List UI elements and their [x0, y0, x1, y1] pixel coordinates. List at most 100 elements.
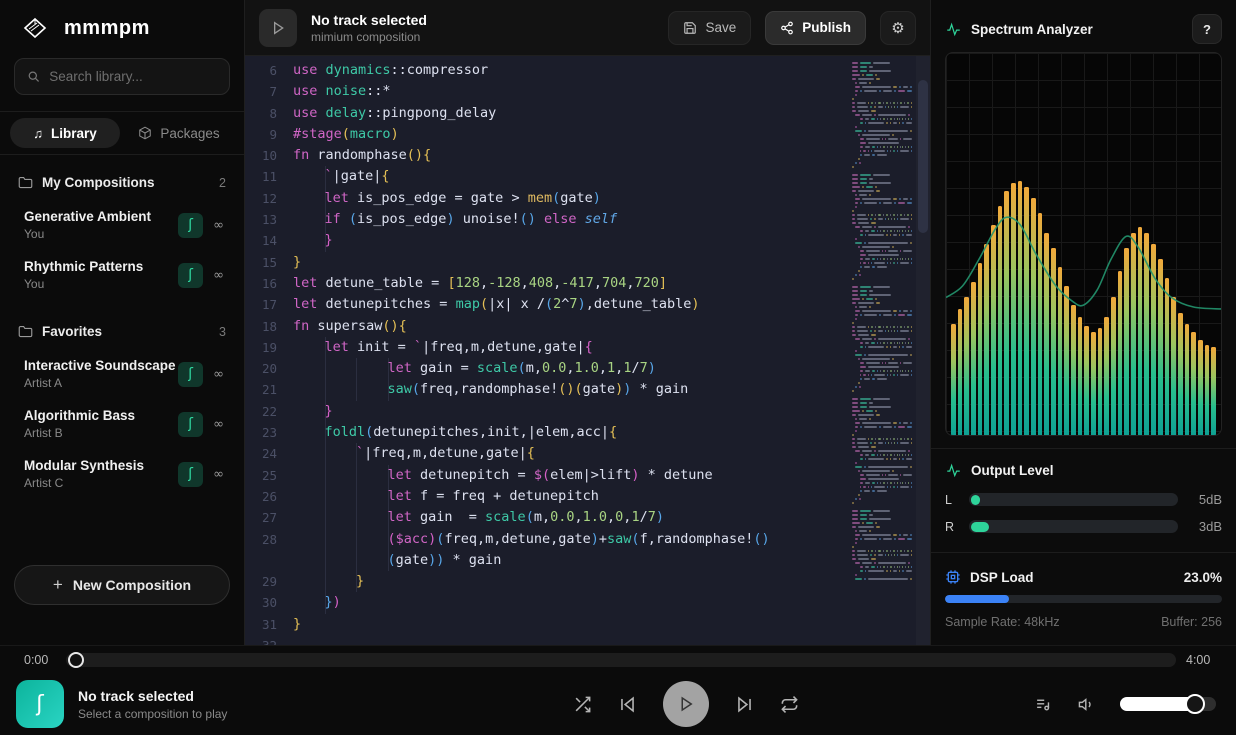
previous-button[interactable] [618, 695, 637, 714]
now-playing-subtitle: Select a composition to play [78, 707, 338, 721]
play-icon [270, 20, 286, 36]
infinity-icon: ∞ [213, 417, 224, 432]
meter-fill-right [971, 522, 989, 532]
editor-pane: No track selected mimium composition Sav… [245, 0, 930, 645]
spectrum-curve [946, 53, 1221, 435]
queue-button[interactable] [1034, 696, 1053, 713]
item-title: Algorithmic Bass [24, 408, 178, 423]
line-number: 13 [245, 209, 293, 230]
infinity-icon: ∞ [213, 218, 224, 233]
volume-slider[interactable] [1120, 697, 1216, 711]
code-line: 31} [245, 614, 930, 635]
infinity-icon: ∞ [213, 367, 224, 382]
dsp-progress-fill [945, 595, 1009, 603]
publish-label: Publish [802, 20, 851, 35]
meter-value-right: 3dB [1188, 519, 1222, 534]
line-number: 9 [245, 124, 293, 145]
next-button[interactable] [735, 695, 754, 714]
code-line: 6use dynamics::compressor [245, 60, 930, 81]
line-number: 15 [245, 252, 293, 273]
line-number: 17 [245, 294, 293, 315]
code-line: 21saw(freq,randomphase!()(gate)) * gain [245, 379, 930, 400]
seek-slider[interactable] [66, 653, 1176, 667]
gear-icon: ⚙ [891, 19, 904, 37]
search-input[interactable] [49, 69, 217, 84]
app-window: mmmpm ♫ Library Packages [0, 0, 1236, 735]
settings-button[interactable]: ⚙ [880, 11, 916, 45]
line-number: 23 [245, 422, 293, 443]
code-line: 24`|freq,m,detune,gate|{ [245, 443, 930, 464]
total-time: 4:00 [1186, 653, 1218, 667]
code-line: 27let gain = scale(m,0.0,1.0,0,1/7) [245, 507, 930, 528]
line-number: 20 [245, 358, 293, 379]
editor-scrollbar[interactable] [916, 56, 930, 645]
code-line: 12let is_pos_edge = gate > mem(gate) [245, 188, 930, 209]
dsp-section: DSP Load 23.0% Sample Rate: 48kHz Buffer… [931, 553, 1236, 641]
volume-knob[interactable] [1185, 694, 1205, 714]
channel-label: L [945, 493, 959, 507]
play-button[interactable] [663, 681, 709, 727]
music-note-icon: ♫ [33, 126, 43, 141]
now-playing-art: ʃ [16, 680, 64, 728]
save-icon [683, 21, 697, 35]
list-item-algorithmic-bass[interactable]: Algorithmic Bass Artist B ʃ ∞ [14, 399, 230, 449]
code-line: 13if (is_pos_edge) unoise!() else self [245, 209, 930, 230]
seek-knob[interactable] [68, 652, 84, 668]
shuffle-icon [573, 695, 592, 714]
line-number: 25 [245, 465, 293, 486]
new-composition-button[interactable]: + New Composition [14, 565, 230, 605]
preview-play-button[interactable] [259, 9, 297, 47]
code-line: 30}) [245, 592, 930, 613]
item-subtitle: Artist B [24, 426, 178, 440]
tab-packages-label: Packages [160, 126, 219, 141]
dsp-title: DSP Load [970, 570, 1175, 585]
help-button[interactable]: ? [1192, 14, 1222, 44]
repeat-button[interactable] [780, 695, 799, 714]
line-number: 10 [245, 145, 293, 166]
item-title: Interactive Soundscape [24, 358, 178, 373]
buffer-label: Buffer: 256 [1161, 615, 1222, 629]
volume-button[interactable] [1077, 696, 1096, 713]
item-title: Generative Ambient [24, 209, 178, 224]
code-editor[interactable]: 6use dynamics::compressor7use noise::*8u… [245, 56, 930, 645]
meter-value-left: 5dB [1188, 492, 1222, 507]
tab-library[interactable]: ♫ Library [10, 118, 120, 148]
list-item-rhythmic-patterns[interactable]: Rhythmic Patterns You ʃ ∞ [14, 250, 230, 300]
search-box[interactable] [14, 58, 230, 95]
publish-button[interactable]: Publish [765, 11, 866, 45]
output-level-title: Output Level [971, 463, 1222, 478]
code-line: 26let f = freq + detunepitch [245, 486, 930, 507]
line-number: 6 [245, 60, 293, 81]
code-line: 18fn supersaw(){ [245, 316, 930, 337]
save-button[interactable]: Save [668, 11, 751, 45]
mimium-glyph-icon: ʃ [36, 692, 43, 717]
item-title: Rhythmic Patterns [24, 259, 178, 274]
list-item-modular-synthesis[interactable]: Modular Synthesis Artist C ʃ ∞ [14, 449, 230, 499]
transport-controls [352, 681, 1020, 727]
cpu-icon [945, 569, 961, 585]
logo-icon [18, 16, 52, 40]
mimium-badge-icon: ʃ [178, 462, 203, 487]
code-line: 10fn randomphase(){ [245, 145, 930, 166]
mimium-badge-icon: ʃ [178, 412, 203, 437]
spectrum-title: Spectrum Analyzer [971, 22, 1183, 37]
tab-packages[interactable]: Packages [124, 118, 234, 148]
code-lines: 6use dynamics::compressor7use noise::*8u… [245, 56, 930, 645]
shuffle-button[interactable] [573, 695, 592, 714]
list-item-interactive-soundscape[interactable]: Interactive Soundscape Artist A ʃ ∞ [14, 349, 230, 399]
line-number: 27 [245, 507, 293, 528]
line-number: 16 [245, 273, 293, 294]
scrollbar-thumb[interactable] [918, 80, 928, 233]
minimap[interactable] [852, 62, 914, 582]
code-line: 19let init = `|freq,m,detune,gate|{ [245, 337, 930, 358]
code-line: (gate)) * gain [245, 550, 930, 571]
volume-controls [1034, 696, 1220, 713]
player-bar: 0:00 4:00 ʃ No track selected Select a c… [0, 645, 1236, 735]
new-composition-label: New Composition [73, 577, 191, 593]
list-item-generative-ambient[interactable]: Generative Ambient You ʃ ∞ [14, 200, 230, 250]
help-label: ? [1203, 22, 1211, 37]
mimium-badge-icon: ʃ [178, 362, 203, 387]
line-number: 24 [245, 443, 293, 464]
section-count: 3 [219, 325, 226, 339]
infinity-icon: ∞ [213, 268, 224, 283]
